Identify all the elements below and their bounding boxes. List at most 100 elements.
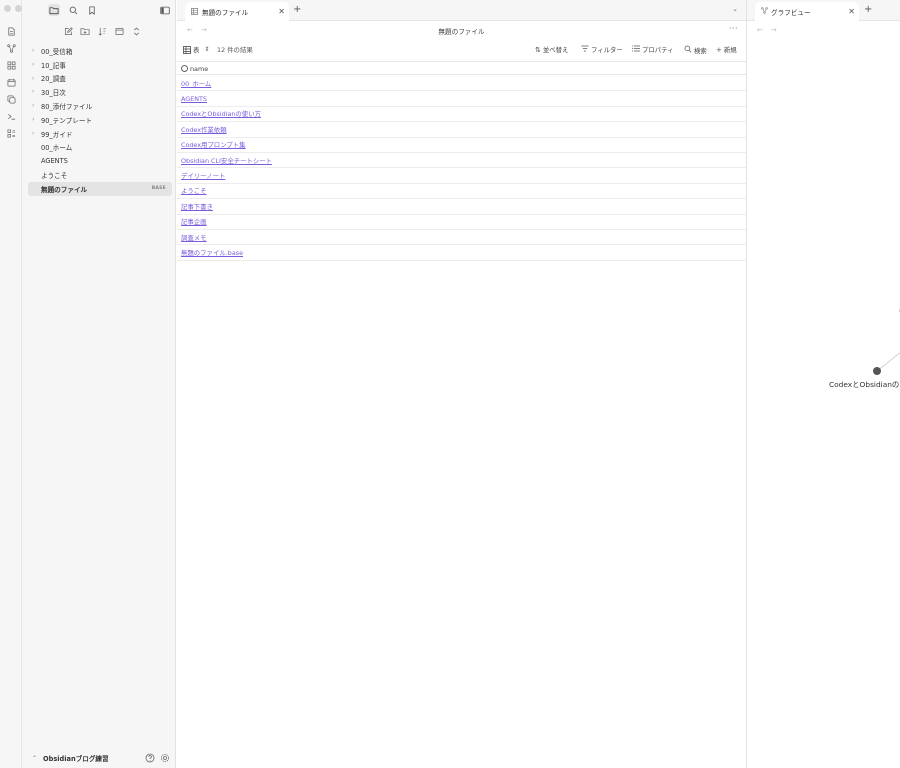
table-row: AGENTS (177, 91, 746, 107)
file-link[interactable]: 無題のファイル.base (181, 248, 243, 257)
search-button[interactable]: 検索 (684, 45, 707, 55)
result-count-label: 12 件の結果 (217, 46, 253, 54)
search-icon[interactable] (67, 4, 79, 16)
tab-graph-view[interactable]: グラフビュー ✕ (755, 2, 859, 21)
sidebar-toggle-icon[interactable] (159, 4, 171, 16)
table-column-header[interactable]: name (177, 61, 746, 75)
chevron-updown-icon: ⇕ (204, 46, 210, 53)
tree-file-untitled-base[interactable]: 無題のファイル BASE (28, 181, 172, 196)
table-row: 記事企画 (177, 215, 746, 230)
forward-arrow-icon[interactable]: → (771, 26, 777, 34)
file-tree: › 00_受信箱 › 10_記事 › 20_調査 › 30_日次 › 80_添付ファイル … (28, 44, 172, 196)
chevron-right-icon: › (32, 74, 35, 82)
table-row: Codex用プロンプト集 (177, 138, 746, 153)
new-folder-icon[interactable] (79, 25, 91, 37)
tab-untitled-base[interactable]: 無題のファイル ✕ (185, 2, 289, 21)
file-explorer-actions (62, 25, 142, 37)
settings-gear-icon[interactable] (159, 752, 170, 763)
filter-label: フィルター (591, 46, 623, 54)
vault-name[interactable]: Obsidianブログ練習 (43, 753, 109, 763)
chevron-updown-icon[interactable]: ⌃ (32, 755, 37, 762)
file-link[interactable]: 調査メモ (181, 233, 207, 242)
tree-folder-attachments[interactable]: › 80_添付ファイル (28, 99, 172, 113)
chevron-down-icon[interactable]: ⌄ (732, 5, 738, 13)
tree-item-label: 00_ホーム (41, 144, 73, 153)
main-tab-bar: 無題のファイル ✕ + ⌄ (177, 0, 746, 21)
blocks-icon[interactable] (6, 128, 16, 138)
tree-folder-templates[interactable]: › 90_テンプレート (28, 113, 172, 127)
minimize-window-button[interactable] (15, 5, 22, 12)
tree-folder-articles[interactable]: › 10_記事 (28, 58, 172, 72)
sort-icon[interactable] (96, 25, 108, 37)
vault-switcher[interactable]: ⌃ Obsidianブログ練習 (22, 748, 176, 768)
chevron-right-icon: › (32, 47, 35, 54)
close-tab-icon[interactable]: ✕ (848, 7, 855, 16)
sort-icon: ⇅ (535, 45, 541, 54)
tree-item-label: 90_テンプレート (41, 116, 93, 125)
chevron-right-icon: › (32, 129, 35, 137)
chevron-right-icon: › (32, 88, 35, 96)
file-link[interactable]: AGENTS (181, 95, 207, 103)
new-tab-icon[interactable]: + (293, 4, 301, 15)
table-row: 無題のファイル.base (177, 245, 746, 261)
view-header: ← → 無題のファイル ··· (177, 21, 746, 40)
file-link[interactable]: Codex用プロンプト集 (181, 140, 246, 149)
file-link[interactable]: Obsidian CLI安全チートシート (181, 156, 272, 165)
graph-edge (876, 352, 900, 372)
file-link[interactable]: CodexとObsidianの使い方 (181, 109, 261, 118)
file-link[interactable]: 記事企画 (181, 217, 207, 226)
tree-folder-research[interactable]: › 20_調査 (28, 72, 172, 86)
tree-item-label: 10_記事 (41, 61, 66, 70)
graph-view-pane: CodexとObsidianの グラフビュー ✕ + ← → (746, 0, 900, 768)
file-icon[interactable] (6, 26, 16, 36)
calendar-icon[interactable] (6, 77, 16, 87)
file-explorer-sidebar: › 00_受信箱 › 10_記事 › 20_調査 › 30_日次 › 80_添付ファイル … (22, 0, 176, 768)
close-window-button[interactable] (4, 5, 11, 12)
properties-button[interactable]: プロパティ (632, 45, 674, 54)
file-link[interactable]: ようこそ (181, 186, 207, 195)
table-icon (183, 45, 191, 54)
terminal-icon[interactable] (6, 111, 16, 121)
tree-folder-inbox[interactable]: › 00_受信箱 (28, 44, 172, 58)
new-note-icon[interactable] (62, 25, 74, 37)
back-arrow-icon[interactable]: ← (757, 26, 763, 34)
file-link[interactable]: デイリーノート (181, 171, 225, 180)
graph-node-label: CodexとObsidianの (829, 380, 900, 389)
view-selector[interactable]: 表 ⇕ (183, 45, 209, 54)
tree-item-label: 99_ガイド (41, 130, 73, 139)
help-icon[interactable] (144, 752, 155, 763)
bookmark-icon[interactable] (86, 4, 98, 16)
new-entry-button[interactable]: + 新規 (716, 45, 737, 55)
tab-label: グラフビュー (771, 8, 811, 17)
sidebar-header (22, 0, 176, 20)
tree-folder-daily[interactable]: › 30_日次 (28, 85, 172, 99)
collapse-icon[interactable] (113, 25, 125, 37)
tree-file-agents[interactable]: AGENTS (28, 154, 172, 168)
filter-button[interactable]: フィルター (581, 45, 623, 54)
new-tab-icon[interactable]: + (864, 4, 872, 15)
search-icon (684, 45, 692, 55)
folder-icon[interactable] (48, 4, 60, 16)
more-options-icon[interactable]: ··· (729, 24, 738, 33)
page-title: 無題のファイル (438, 28, 485, 36)
tree-item-label: 00_受信箱 (41, 47, 73, 56)
tree-folder-guide[interactable]: › 99_ガイド (28, 127, 172, 141)
file-link[interactable]: Codex作業依頼 (181, 125, 227, 134)
graph-tab-bar: グラフビュー ✕ + (747, 0, 900, 21)
copy-icon[interactable] (6, 94, 16, 104)
close-tab-icon[interactable]: ✕ (278, 7, 285, 16)
main-pane: 無題のファイル ✕ + ⌄ ← → 無題のファイル ··· 表 ⇕ 12 件の結… (177, 0, 746, 768)
new-label: 新規 (723, 46, 737, 54)
tree-item-label: 30_日次 (41, 89, 66, 98)
canvas-icon[interactable] (6, 60, 16, 70)
file-link[interactable]: 記事下書き (181, 202, 213, 211)
view-label: 表 (193, 46, 200, 54)
file-link[interactable]: 00_ホーム (181, 79, 211, 88)
expand-icon[interactable] (130, 25, 142, 37)
sort-button[interactable]: ⇅ 並べ替え (535, 45, 568, 55)
tree-file-home[interactable]: 00_ホーム (28, 141, 172, 155)
graph-node[interactable] (873, 367, 881, 375)
table-row: Codex作業依頼 (177, 122, 746, 138)
tree-file-welcome[interactable]: ようこそ (28, 168, 172, 182)
graph-icon[interactable] (6, 43, 16, 53)
